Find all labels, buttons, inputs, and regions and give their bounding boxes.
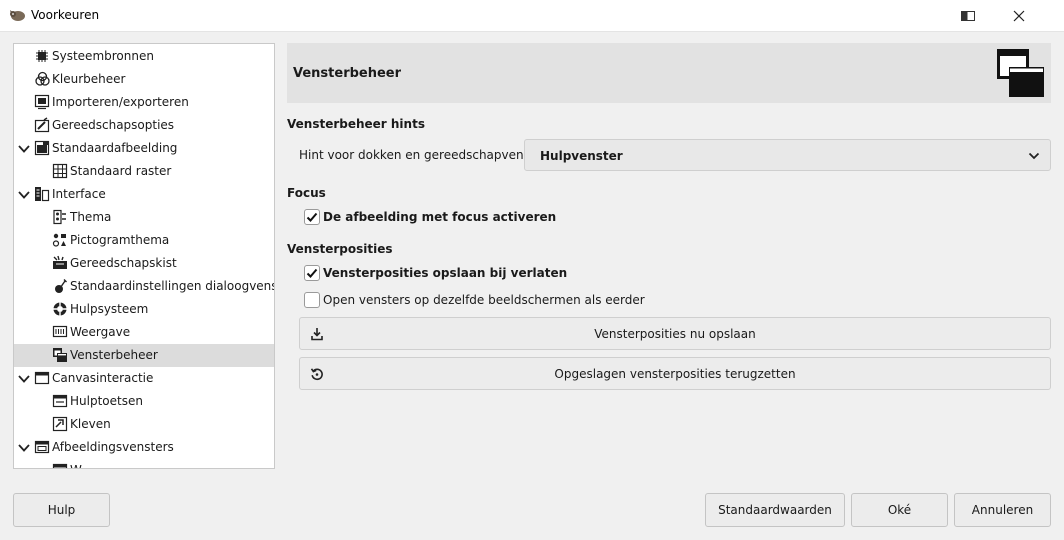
same-monitor-label[interactable]: Open vensters op dezelfde beeldschermen … — [323, 293, 645, 307]
dialog-defaults-icon — [55, 279, 67, 293]
tree-item[interactable]: Standaard raster — [14, 160, 274, 183]
tree-item[interactable]: Gereedschapsopties — [14, 114, 274, 137]
expander-chevron-down-icon[interactable] — [17, 441, 31, 455]
focus-section-title: Focus — [287, 186, 326, 200]
tree-item[interactable]: Hulptoetsen — [14, 390, 274, 413]
tree-item-label: Pictogramthema — [70, 233, 170, 247]
tree-item-label: Standaard raster — [70, 164, 172, 178]
save-positions-now-label: Vensterposities nu opslaan — [594, 327, 756, 341]
save-on-exit-checkbox[interactable] — [304, 265, 320, 281]
tree-item-label: Hulpsysteem — [70, 302, 149, 316]
image-windows-icon — [34, 440, 50, 454]
modifier-keys-icon — [52, 394, 68, 408]
tree-item-label: Gereedschapsopties — [52, 118, 175, 132]
cancel-button[interactable]: Annuleren — [954, 493, 1051, 527]
snapping-icon — [52, 416, 68, 432]
tree-item[interactable]: Pictogramthema — [14, 229, 274, 252]
tree-item-label: Gereedschapskist — [70, 256, 177, 270]
reset-positions-button[interactable]: Opgeslagen vensterposities terugzetten — [299, 357, 1051, 390]
dock-hint-label: Hint voor dokken en gereedschapvenster: — [299, 148, 551, 162]
interface-icon — [35, 187, 50, 202]
tree-item-label: W... — [70, 463, 92, 468]
window-management-icon — [997, 49, 1044, 97]
page-banner: Vensterbeheer — [287, 43, 1051, 103]
tree-item[interactable]: Standaardinstellingen dialoogvensters — [14, 275, 274, 298]
image-default-icon — [34, 140, 50, 156]
close-icon[interactable] — [1010, 7, 1028, 25]
tree-item-label: Afbeeldingsvensters — [52, 440, 174, 454]
tree-item-label: Kleven — [70, 417, 111, 431]
tree-item-label: Systeembronnen — [52, 49, 154, 63]
canvas-icon — [34, 371, 50, 385]
expander-chevron-down-icon[interactable] — [17, 372, 31, 386]
tree-item[interactable]: Standaardafbeelding — [14, 137, 274, 160]
window-management-icon — [53, 348, 67, 362]
dock-hint-value: Hulpvenster — [540, 149, 623, 163]
tree-item-label: Canvasinteractie — [52, 371, 154, 385]
tree-item[interactable]: Kleurbeheer — [14, 68, 274, 91]
tree-item-label: Standaardinstellingen dialoogvensters — [70, 279, 275, 293]
dock-hint-select[interactable]: Hulpvenster — [524, 139, 1051, 171]
same-monitor-checkbox[interactable] — [304, 292, 320, 308]
tool-options-icon — [34, 117, 50, 133]
activate-focus-label[interactable]: De afbeelding met focus activeren — [323, 210, 556, 224]
tree-item[interactable]: Canvasinteractie — [14, 367, 274, 390]
tree-item-label: Thema — [70, 210, 112, 224]
positions-section-title: Vensterposities — [287, 242, 393, 256]
theme-icon — [53, 209, 66, 225]
help-button[interactable]: Hulp — [13, 493, 110, 527]
tree-item[interactable]: Thema — [14, 206, 274, 229]
gimp-wilber-icon — [10, 10, 25, 21]
tree-item[interactable]: Kleven — [14, 413, 274, 436]
tree-item[interactable]: Hulpsysteem — [14, 298, 274, 321]
page-title: Vensterbeheer — [293, 66, 402, 81]
reset-defaults-button[interactable]: Standaardwaarden — [705, 493, 845, 527]
reset-positions-label: Opgeslagen vensterposities terugzetten — [554, 367, 796, 381]
chevron-down-icon — [1028, 152, 1040, 160]
checkmark-icon — [306, 212, 318, 222]
tree-item[interactable]: W... — [14, 459, 274, 468]
window-icon — [52, 463, 68, 468]
icon-theme-icon — [52, 233, 66, 247]
title-bar: Voorkeuren — [0, 0, 1064, 32]
color-circles-icon — [35, 71, 50, 86]
tree-item[interactable]: Systeembronnen — [14, 45, 274, 68]
expander-chevron-down-icon[interactable] — [17, 142, 31, 156]
tree-item-label: Hulptoetsen — [70, 394, 143, 408]
save-on-exit-label[interactable]: Vensterposities opslaan bij verlaten — [323, 266, 567, 280]
tree-item-label: Vensterbeheer — [70, 348, 158, 362]
activate-focus-checkbox[interactable] — [304, 209, 320, 225]
hints-section-title: Vensterbeheer hints — [287, 117, 425, 131]
keep-above-icon[interactable] — [960, 10, 976, 22]
import-export-icon — [34, 94, 50, 110]
ok-button[interactable]: Oké — [851, 493, 948, 527]
chip-icon — [36, 50, 48, 62]
tree-item[interactable]: Importeren/exporteren — [14, 91, 274, 114]
window-title: Voorkeuren — [31, 8, 100, 22]
help-lifebuoy-icon — [53, 302, 67, 316]
checkmark-icon — [306, 268, 318, 278]
preferences-tree[interactable]: Systeembronnen Kleurbeheer Importeren/expo… — [13, 43, 275, 469]
tree-item[interactable]: Interface — [14, 183, 274, 206]
tree-item[interactable]: Gereedschapskist — [14, 252, 274, 275]
grid-icon — [52, 163, 68, 179]
tree-item[interactable]: Weergave — [14, 321, 274, 344]
toolbox-icon — [53, 255, 67, 269]
tree-item[interactable]: Vensterbeheer — [14, 344, 274, 367]
tree-item-label: Importeren/exporteren — [52, 95, 189, 109]
save-positions-now-button[interactable]: Vensterposities nu opslaan — [299, 317, 1051, 350]
expander-chevron-down-icon[interactable] — [17, 188, 31, 202]
tree-item-label: Standaardafbeelding — [52, 141, 178, 155]
tree-item-label: Kleurbeheer — [52, 72, 126, 86]
tree-item-label: Interface — [52, 187, 106, 201]
tree-item[interactable]: Afbeeldingsvensters — [14, 436, 274, 459]
display-icon — [52, 325, 68, 338]
tree-item-label: Weergave — [70, 325, 131, 339]
